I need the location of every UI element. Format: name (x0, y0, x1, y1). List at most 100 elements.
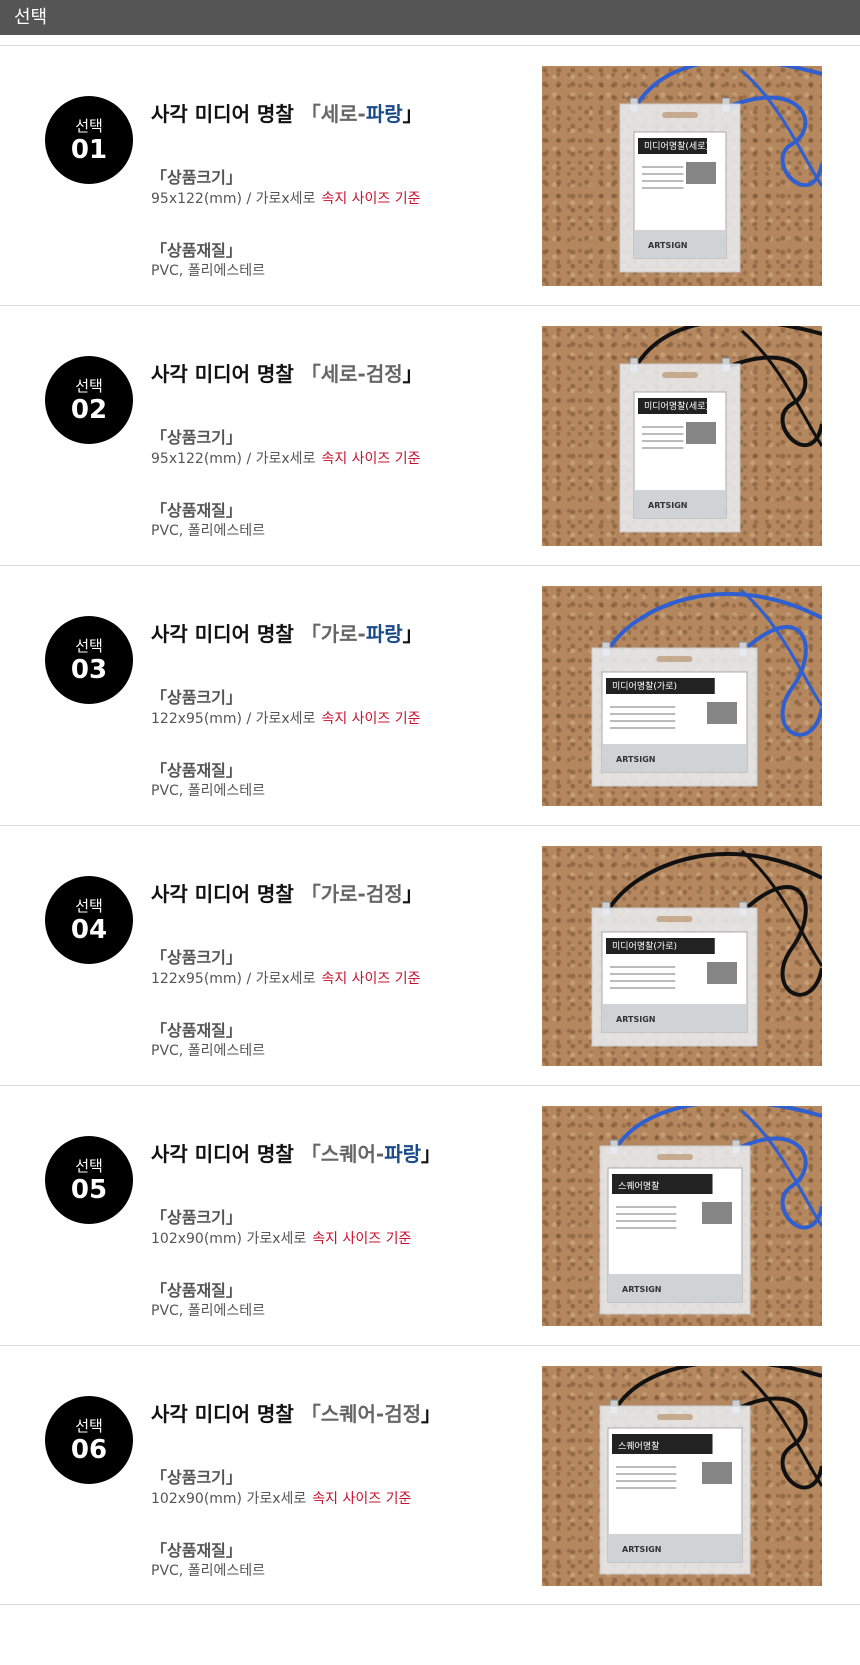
card-title-text: 미디어명찰(세로) (644, 141, 709, 152)
material-label: 「상품재질」 (151, 501, 242, 520)
title-type: 가로 (320, 882, 358, 906)
card-text-line (610, 713, 676, 715)
card-title-text: 스퀘어명찰 (618, 1181, 659, 1192)
holder-slot (657, 1414, 693, 1420)
option-item-06[interactable]: 선택 06 사각 미디어 명찰 「스퀘어-검정」 「상품크기」 102x90(m… (0, 1345, 860, 1605)
card-text-line (610, 973, 676, 975)
size-note: 속지 사이즈 기준 (312, 1491, 412, 1507)
size-text: 102x90(mm) 가로x세로 (151, 1231, 307, 1247)
card-text-line (642, 426, 684, 428)
size-text: 95x122(mm) / 가로x세로 (151, 451, 316, 467)
product-photo: 스퀘어명찰 ARTSIGN (542, 1106, 822, 1326)
title-prefix: 사각 미디어 명찰 (151, 102, 294, 126)
material-value: PVC, 폴리에스테르 (151, 1563, 265, 1579)
badge-select-label: 선택 (75, 1157, 103, 1175)
title-bracket-open: 「 (300, 622, 321, 646)
card-text-line (642, 166, 684, 168)
card-brand-text: ARTSIGN (616, 1015, 655, 1024)
card-text-line (616, 1213, 677, 1215)
option-item-01[interactable]: 선택 01 사각 미디어 명찰 「세로-파랑」 「상품크기」 95x122(mm… (0, 45, 860, 305)
size-label: 「상품크기」 (151, 168, 242, 187)
size-value: 95x122(mm) / 가로x세로 속지 사이즈 기준 (151, 448, 421, 468)
card-text-line (610, 720, 676, 722)
card-text-line (616, 1480, 677, 1482)
card-text-line (616, 1466, 677, 1468)
option-item-05[interactable]: 선택 05 사각 미디어 명찰 「스퀘어-파랑」 「상품크기」 102x90(m… (0, 1085, 860, 1345)
title-bracket-close: 」 (402, 882, 423, 906)
holder-slot (662, 112, 698, 118)
option-title: 사각 미디어 명찰 「세로-검정」 (151, 358, 423, 387)
size-label: 「상품크기」 (151, 688, 242, 707)
title-color: 파랑 (365, 622, 403, 646)
product-photo: 미디어명찰(가로) ARTSIGN (542, 846, 822, 1066)
photo-drawing: 미디어명찰(세로) ARTSIGN (619, 66, 822, 273)
option-item-02[interactable]: 선택 02 사각 미디어 명찰 「세로-검정」 「상품크기」 95x122(mm… (0, 305, 860, 565)
size-text: 102x90(mm) 가로x세로 (151, 1491, 307, 1507)
card-barcode (702, 1462, 732, 1484)
title-color: 검정 (384, 1402, 422, 1426)
section-title: 선택 (14, 7, 48, 28)
title-color: 파랑 (384, 1142, 422, 1166)
card-text-line (642, 173, 684, 175)
option-badge: 선택 03 (45, 616, 133, 704)
size-note: 속지 사이즈 기준 (321, 451, 421, 467)
title-prefix: 사각 미디어 명찰 (151, 362, 294, 386)
title-prefix: 사각 미디어 명찰 (151, 882, 294, 906)
title-type: 가로 (320, 622, 358, 646)
title-prefix: 사각 미디어 명찰 (151, 1402, 294, 1426)
title-bracket-open: 「 (300, 882, 321, 906)
card-text-line (616, 1473, 677, 1475)
title-dash: - (375, 1142, 385, 1166)
option-title: 사각 미디어 명찰 「스퀘어-파랑」 (151, 1138, 441, 1167)
option-item-03[interactable]: 선택 03 사각 미디어 명찰 「가로-파랑」 「상품크기」 122x95(mm… (0, 565, 860, 825)
badge-select-label: 선택 (75, 1417, 103, 1435)
holder-slot (656, 916, 693, 922)
size-label: 「상품크기」 (151, 428, 242, 447)
title-dash: - (357, 362, 366, 386)
option-badge: 선택 02 (45, 356, 133, 444)
size-value: 102x90(mm) 가로x세로 속지 사이즈 기준 (151, 1488, 411, 1508)
card-text-line (610, 980, 676, 982)
material-label: 「상품재질」 (151, 761, 242, 780)
size-value: 122x95(mm) / 가로x세로 속지 사이즈 기준 (151, 708, 421, 728)
title-prefix: 사각 미디어 명찰 (151, 622, 294, 646)
size-note: 속지 사이즈 기준 (312, 1231, 412, 1247)
title-bracket-close: 」 (421, 1142, 442, 1166)
material-label: 「상품재질」 (151, 1281, 242, 1300)
option-title: 사각 미디어 명찰 「가로-검정」 (151, 878, 423, 907)
material-value: PVC, 폴리에스테르 (151, 783, 265, 799)
title-color: 파랑 (365, 102, 403, 126)
title-bracket-close: 」 (421, 1402, 442, 1426)
holder-slot (657, 1154, 693, 1160)
card-barcode (707, 702, 737, 724)
option-list: 선택 01 사각 미디어 명찰 「세로-파랑」 「상품크기」 95x122(mm… (0, 35, 860, 1605)
title-bracket-open: 「 (300, 362, 321, 386)
size-text: 122x95(mm) / 가로x세로 (151, 711, 316, 727)
badge-select-label: 선택 (75, 897, 103, 915)
card-text-line (616, 1206, 677, 1208)
title-type: 스퀘어 (320, 1142, 376, 1166)
title-bracket-open: 「 (300, 1402, 321, 1426)
title-bracket-open: 「 (300, 1142, 321, 1166)
badge-number: 05 (70, 1175, 108, 1205)
photo-drawing: 스퀘어명찰 ARTSIGN (599, 1366, 822, 1575)
card-brand-text: ARTSIGN (622, 1545, 661, 1554)
card-barcode (686, 422, 716, 444)
badge-number: 04 (70, 915, 108, 945)
title-dash: - (375, 1402, 385, 1426)
strap-line (605, 852, 822, 913)
card-text-line (616, 1227, 677, 1229)
section-header: 선택 (0, 0, 860, 35)
material-value: PVC, 폴리에스테르 (151, 1303, 265, 1319)
card-title-text: 스퀘어명찰 (618, 1441, 659, 1452)
card-text-line (642, 447, 684, 449)
product-photo: 미디어명찰(세로) ARTSIGN (542, 326, 822, 546)
size-label: 「상품크기」 (151, 1468, 242, 1487)
option-item-04[interactable]: 선택 04 사각 미디어 명찰 「가로-검정」 「상품크기」 122x95(mm… (0, 825, 860, 1085)
card-text-line (610, 706, 676, 708)
product-photo: 미디어명찰(세로) ARTSIGN (542, 66, 822, 286)
card-text-line (610, 727, 676, 729)
strap-line (741, 69, 822, 187)
option-badge: 선택 05 (45, 1136, 133, 1224)
material-label: 「상품재질」 (151, 1021, 242, 1040)
